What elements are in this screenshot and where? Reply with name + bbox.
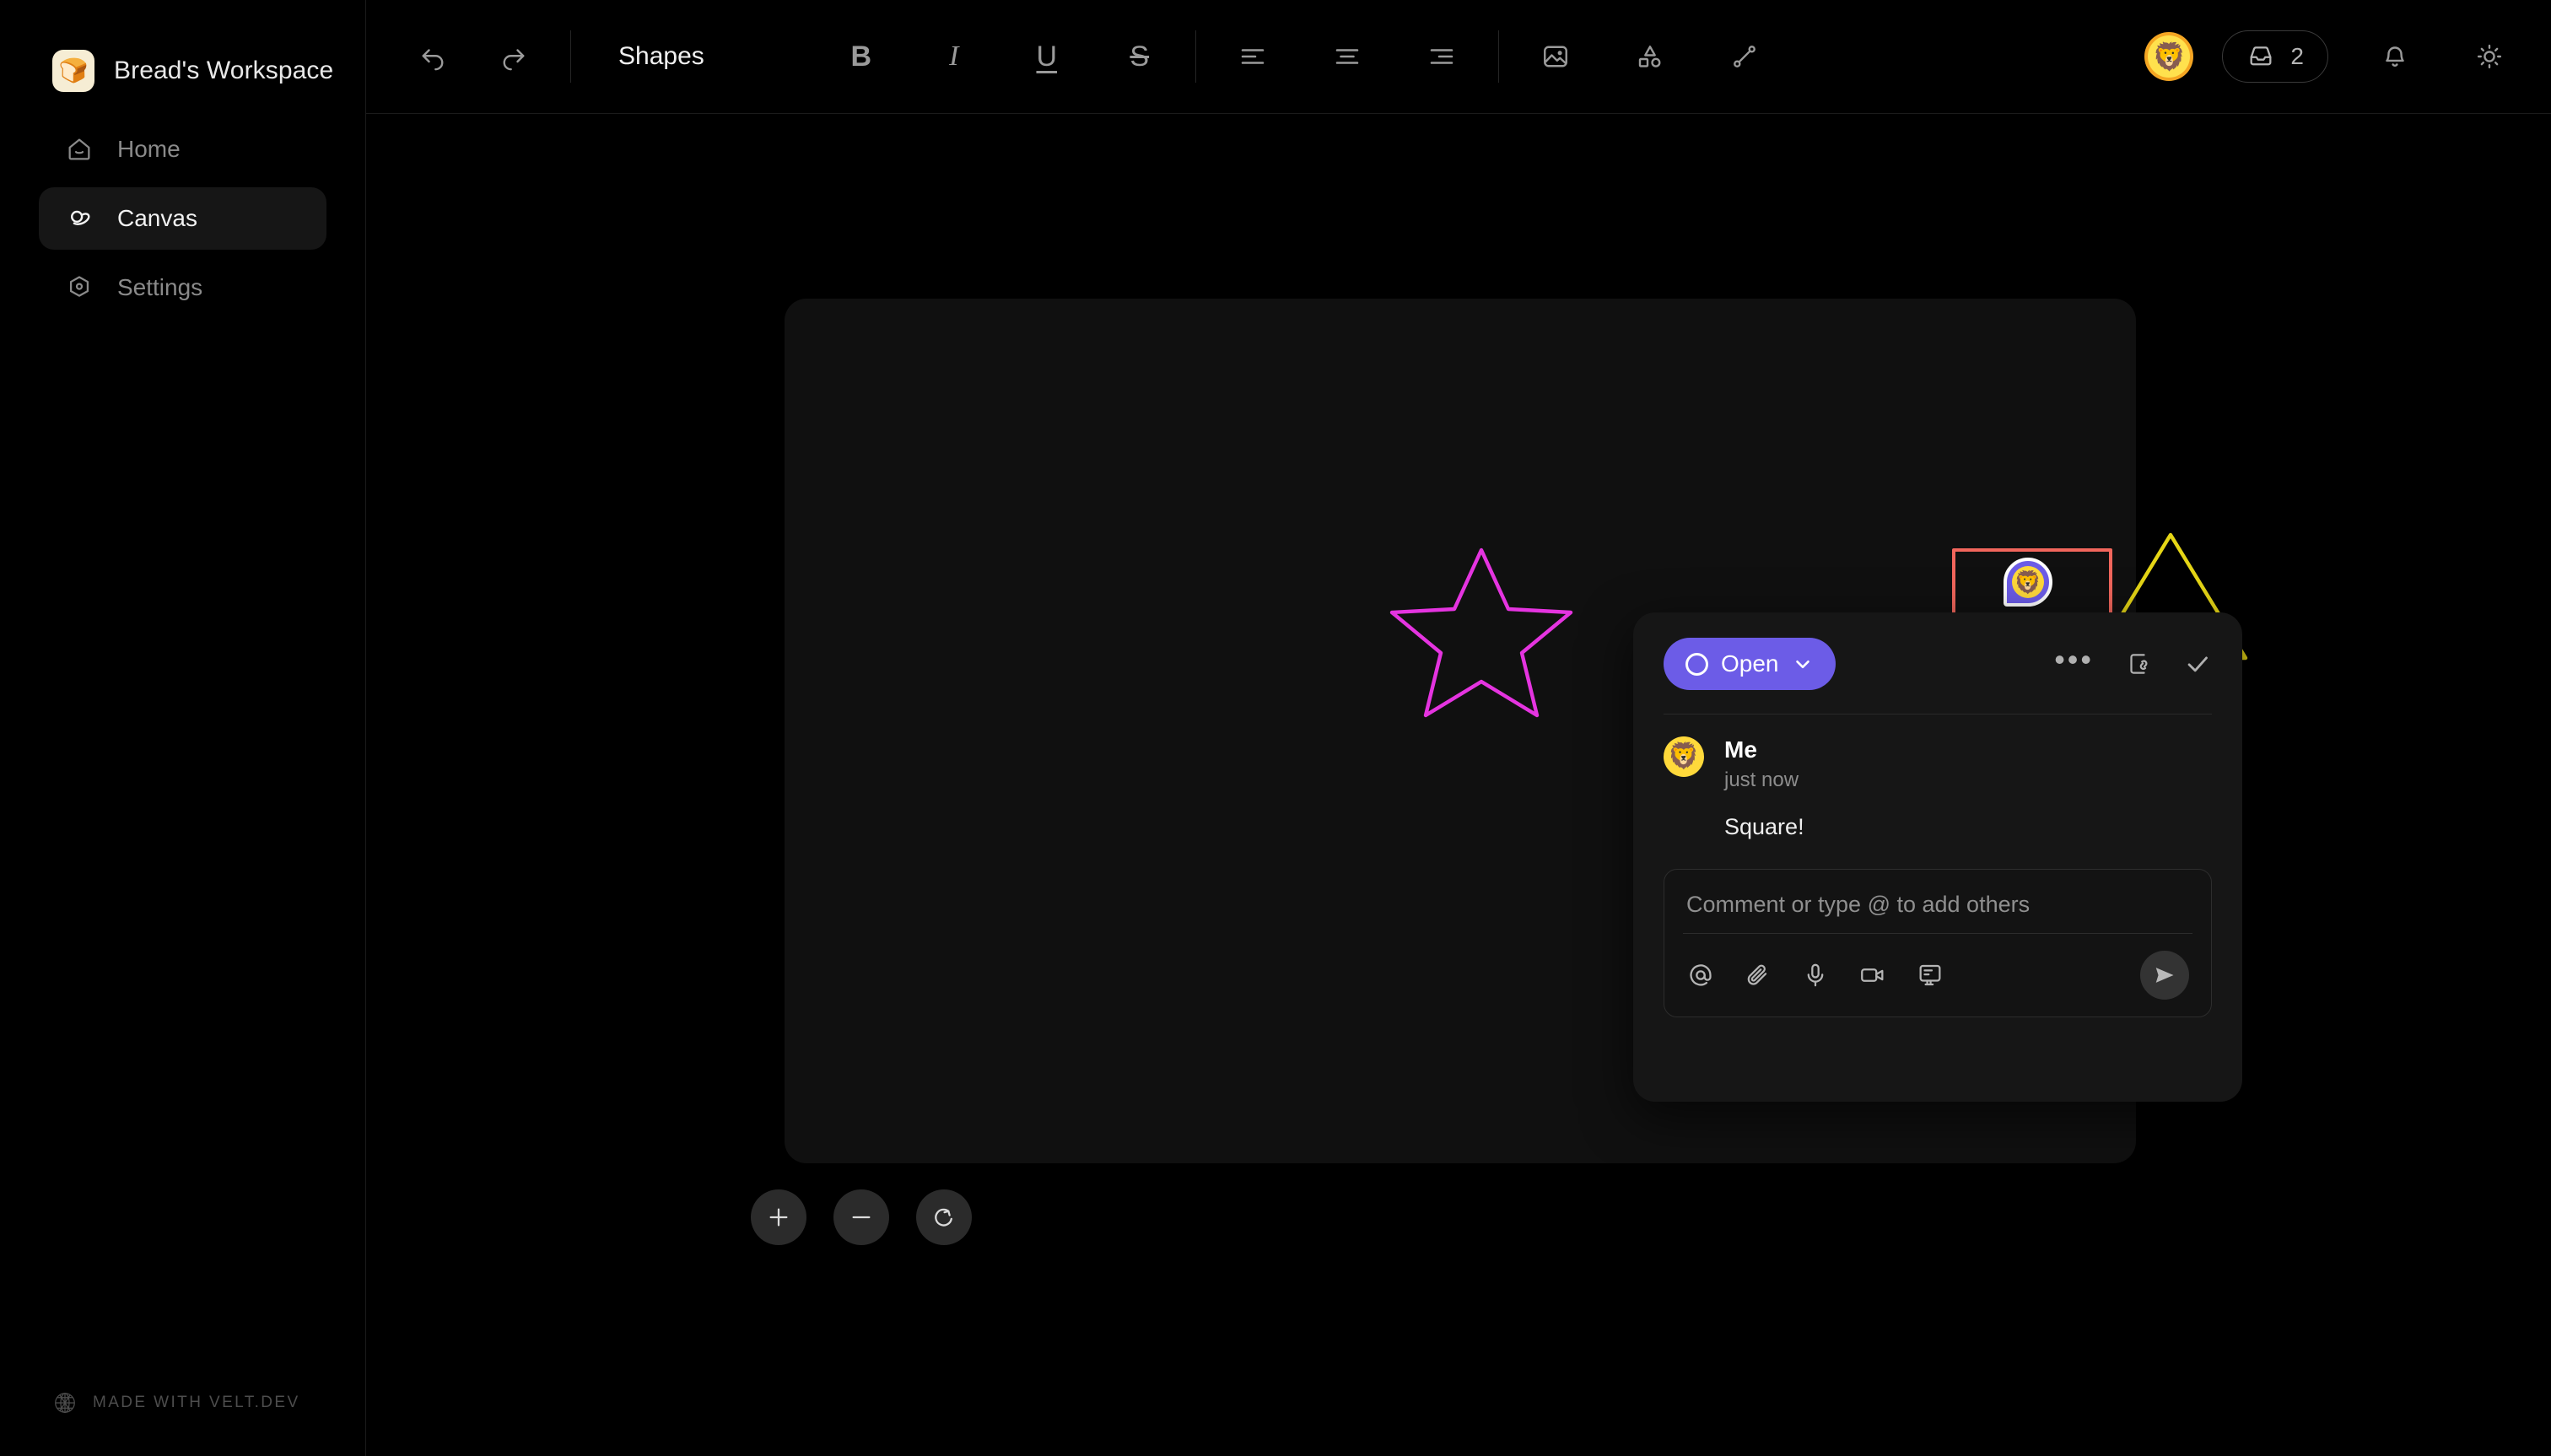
bold-button[interactable]: B bbox=[834, 30, 888, 84]
workspace-header[interactable]: 🍞 Bread's Workspace bbox=[0, 0, 365, 114]
minus-icon bbox=[848, 1204, 875, 1231]
workspace-name: Bread's Workspace bbox=[114, 57, 334, 84]
align-left-icon bbox=[1238, 41, 1268, 72]
send-button[interactable] bbox=[2140, 951, 2189, 1000]
at-icon[interactable] bbox=[1686, 961, 1715, 990]
avatar[interactable]: 🦁 bbox=[2144, 32, 2194, 81]
comment-pin[interactable]: 🦁 bbox=[2004, 558, 2052, 607]
sidebar-item-label: Settings bbox=[117, 274, 203, 300]
sidebar-nav: Home Canvas Settings bbox=[0, 118, 365, 319]
comment-panel-header: Open ••• bbox=[1633, 612, 2242, 690]
comment-timestamp: just now bbox=[1724, 768, 1799, 791]
undo-button[interactable] bbox=[405, 29, 461, 84]
align-right-icon bbox=[1427, 41, 1457, 72]
inbox-count: 2 bbox=[2290, 43, 2304, 69]
check-icon[interactable] bbox=[2183, 650, 2212, 678]
insert-shapes-button[interactable] bbox=[1622, 29, 1678, 84]
toolbar: Shapes B I U S 🦁 2 bbox=[366, 0, 2551, 114]
screen-record-icon[interactable] bbox=[1916, 961, 1944, 990]
notifications-button[interactable] bbox=[2367, 29, 2423, 84]
zoom-in-button[interactable] bbox=[751, 1189, 806, 1245]
comment-avatar: 🦁 bbox=[1664, 736, 1704, 777]
home-icon bbox=[62, 132, 96, 166]
status-circle-icon bbox=[1685, 652, 1708, 676]
star-shape[interactable] bbox=[1385, 542, 1578, 724]
bell-icon bbox=[2380, 41, 2410, 72]
plus-icon bbox=[765, 1204, 792, 1231]
ellipsis-icon[interactable]: ••• bbox=[2054, 644, 2094, 676]
comment-input[interactable] bbox=[1686, 888, 2189, 933]
toolbar-divider bbox=[1497, 30, 1499, 83]
sidebar-item-canvas[interactable]: Canvas bbox=[39, 187, 326, 250]
chevron-down-icon bbox=[1792, 653, 1814, 675]
composer-toolbar bbox=[1686, 934, 2189, 1000]
sidebar-item-label: Canvas bbox=[117, 205, 197, 231]
velt-sphere-icon bbox=[52, 1390, 78, 1416]
toolbar-divider bbox=[570, 30, 571, 83]
canvas-swirl-icon bbox=[62, 202, 96, 235]
zoom-out-button[interactable] bbox=[833, 1189, 889, 1245]
sidebar-item-home[interactable]: Home bbox=[39, 118, 326, 181]
comment-composer[interactable] bbox=[1664, 869, 2212, 1017]
reset-view-button[interactable] bbox=[916, 1189, 972, 1245]
align-right-button[interactable] bbox=[1414, 29, 1470, 84]
redo-button[interactable] bbox=[486, 29, 542, 84]
hexagon-gear-icon bbox=[62, 271, 96, 305]
send-icon bbox=[2153, 963, 2176, 987]
insert-line-button[interactable] bbox=[1717, 29, 1772, 84]
status-label: Open bbox=[1721, 650, 1779, 677]
inbox-icon bbox=[2246, 42, 2275, 71]
redo-icon bbox=[499, 41, 529, 72]
toolbar-divider bbox=[1195, 30, 1196, 83]
avatar-glyph: 🦁 bbox=[2148, 35, 2191, 78]
inbox-button[interactable]: 2 bbox=[2222, 30, 2328, 83]
theme-toggle-button[interactable] bbox=[2462, 29, 2517, 84]
insert-image-button[interactable] bbox=[1528, 29, 1583, 84]
status-badge[interactable]: Open bbox=[1664, 638, 1836, 690]
sidebar-item-settings[interactable]: Settings bbox=[39, 256, 326, 319]
line-icon bbox=[1729, 41, 1760, 72]
sidebar-item-label: Home bbox=[117, 136, 181, 162]
italic-button[interactable]: I bbox=[927, 30, 981, 84]
bread-icon: 🍞 bbox=[52, 50, 94, 92]
underline-button[interactable]: U bbox=[1020, 30, 1074, 84]
zoom-controls bbox=[751, 1189, 972, 1245]
page-title: Shapes bbox=[618, 42, 704, 70]
app-root: 🍞 Bread's Workspace Home Canvas Settings… bbox=[0, 0, 2551, 1456]
sidebar: 🍞 Bread's Workspace Home Canvas Settings… bbox=[0, 0, 366, 1456]
footer-label: MADE WITH VELT.DEV bbox=[93, 1394, 300, 1411]
shapes-icon bbox=[1635, 41, 1665, 72]
strikethrough-button[interactable]: S bbox=[1113, 30, 1167, 84]
align-left-button[interactable] bbox=[1225, 29, 1281, 84]
pin-shape: 🦁 bbox=[2004, 558, 2052, 607]
image-icon bbox=[1540, 41, 1571, 72]
align-center-icon bbox=[1332, 41, 1362, 72]
copy-link-icon[interactable] bbox=[2124, 650, 2153, 678]
undo-icon bbox=[418, 41, 448, 72]
comment-text: Square! bbox=[1724, 814, 1804, 839]
video-camera-icon[interactable] bbox=[1858, 961, 1887, 990]
comment-item: 🦁 Me just now Square! bbox=[1633, 715, 2242, 840]
comment-author: Me bbox=[1724, 736, 1757, 763]
pin-avatar: 🦁 bbox=[2012, 566, 2044, 598]
align-center-button[interactable] bbox=[1319, 29, 1375, 84]
made-with-velt-footer[interactable]: MADE WITH VELT.DEV bbox=[52, 1390, 300, 1416]
paperclip-icon[interactable] bbox=[1744, 961, 1772, 990]
main-area: Shapes B I U S 🦁 2 🦁 Open ••• 🦁 Me just … bbox=[366, 0, 2551, 1456]
refresh-icon bbox=[930, 1204, 957, 1231]
sun-icon bbox=[2474, 41, 2505, 72]
comment-panel-actions: ••• bbox=[2054, 644, 2212, 678]
comment-panel: Open ••• 🦁 Me just now Square! Comment o… bbox=[1633, 612, 2242, 1102]
microphone-icon[interactable] bbox=[1801, 961, 1830, 990]
